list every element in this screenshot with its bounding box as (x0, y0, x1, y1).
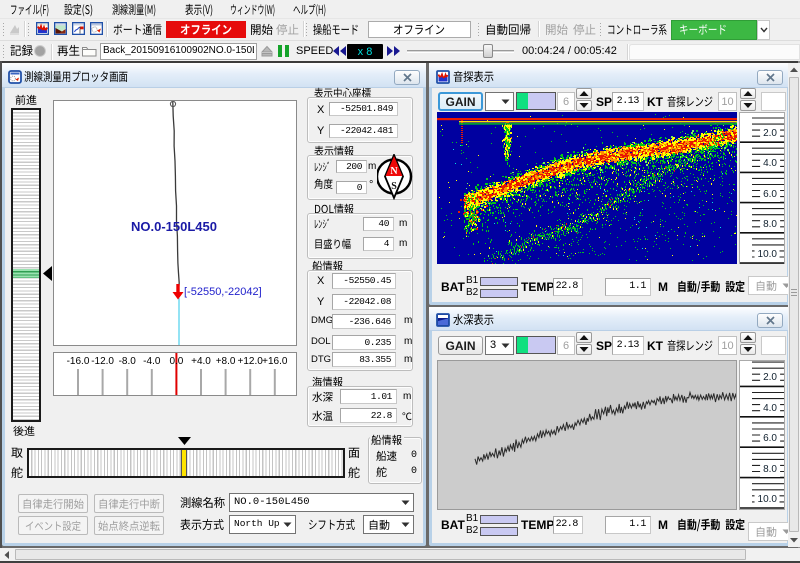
svg-text:N: N (390, 166, 398, 177)
svg-text:S: S (391, 181, 397, 192)
